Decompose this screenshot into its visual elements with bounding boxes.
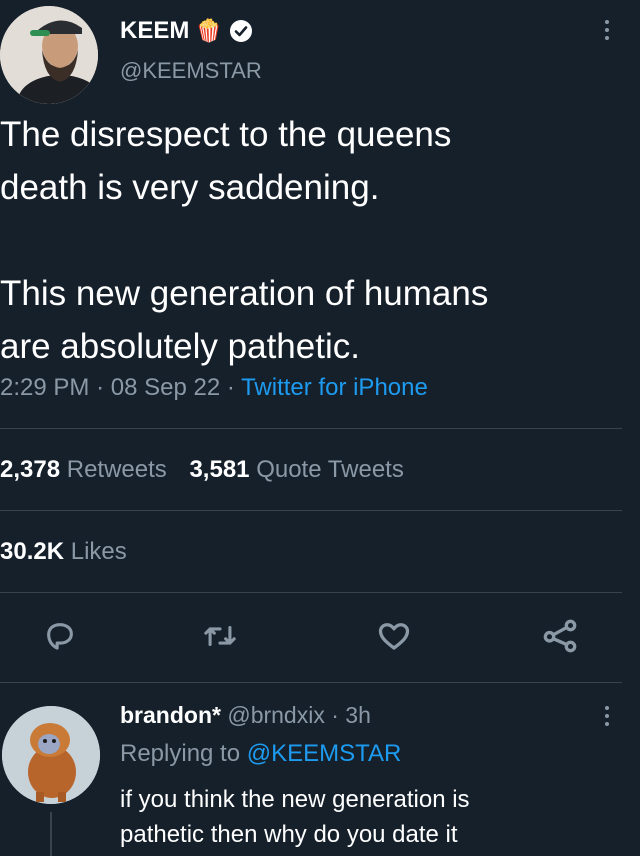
replying-to-label: Replying to: [120, 740, 241, 767]
stats-row: 2,378 Retweets 3,581 Quote Tweets: [0, 456, 404, 484]
divider: [0, 682, 622, 683]
reply-button[interactable]: [42, 618, 78, 654]
reply-author-avatar[interactable]: [2, 706, 100, 804]
meta-separator: ·: [226, 374, 235, 401]
divider: [0, 592, 622, 593]
reply-text-line: if you think the new generation is: [120, 786, 470, 813]
verified-badge-icon: [229, 19, 253, 43]
reply-more-icon[interactable]: [602, 706, 612, 726]
author-handle[interactable]: @KEEMSTAR: [120, 58, 262, 84]
share-icon: [543, 619, 577, 653]
retweets-label: Retweets: [66, 456, 167, 483]
author-avatar-image: [0, 6, 98, 104]
reply-header-row: brandon* @brndxix · 3h: [120, 702, 371, 729]
divider: [0, 428, 622, 429]
retweet-button[interactable]: [202, 618, 238, 654]
tweet-text-line: The disrespect to the queens: [0, 115, 452, 154]
quote-tweets-count: 3,581: [189, 456, 250, 483]
reply-age[interactable]: 3h: [345, 702, 371, 728]
like-button[interactable]: [376, 618, 412, 654]
heart-icon: [378, 623, 410, 650]
tweet-text-line: are absolutely pathetic.: [0, 327, 360, 366]
retweets-link[interactable]: 2,378 Retweets: [0, 456, 173, 483]
reply-text: if you think the new generation is pathe…: [120, 782, 470, 852]
tweet-time[interactable]: 2:29 PM: [0, 374, 89, 401]
replying-to-row: Replying to @KEEMSTAR: [120, 740, 401, 768]
likes-count: 30.2K: [0, 538, 65, 565]
retweets-count: 2,378: [0, 456, 61, 483]
popcorn-emoji-icon: 🍿: [195, 18, 223, 43]
tweet-date[interactable]: 08 Sep 22: [111, 374, 220, 401]
thread-connector-line: [50, 812, 52, 856]
reply-icon: [47, 623, 73, 650]
tweet-meta-row: 2:29 PM · 08 Sep 22 · Twitter for iPhone: [0, 374, 428, 402]
author-avatar[interactable]: [0, 6, 98, 104]
likes-link[interactable]: 30.2K Likes: [0, 538, 127, 566]
reply-author-name[interactable]: brandon*: [120, 702, 221, 728]
tweet-more-icon[interactable]: [602, 20, 612, 40]
tweet-text: The disrespect to the queens death is ve…: [0, 108, 630, 373]
tweet-source-link[interactable]: Twitter for iPhone: [241, 374, 428, 401]
retweet-icon: [204, 625, 236, 647]
reply-avatar-image: [2, 706, 100, 804]
quote-tweets-link[interactable]: 3,581 Quote Tweets: [189, 456, 403, 483]
divider: [0, 510, 622, 511]
replying-to-handle[interactable]: @KEEMSTAR: [247, 740, 402, 767]
author-name[interactable]: KEEM: [120, 17, 189, 45]
reply-author-handle[interactable]: @brndxix: [227, 702, 325, 728]
quote-tweets-label: Quote Tweets: [256, 456, 404, 483]
reply-text-line: pathetic then why do you date it: [120, 821, 458, 848]
author-name-row: KEEM 🍿: [120, 16, 253, 46]
meta-separator: ·: [96, 374, 105, 401]
share-button[interactable]: [542, 618, 578, 654]
meta-separator: ·: [331, 702, 339, 728]
tweet-text-line: This new generation of humans: [0, 274, 489, 313]
tweet-text-line: death is very saddening.: [0, 168, 380, 207]
likes-label: Likes: [70, 538, 127, 565]
